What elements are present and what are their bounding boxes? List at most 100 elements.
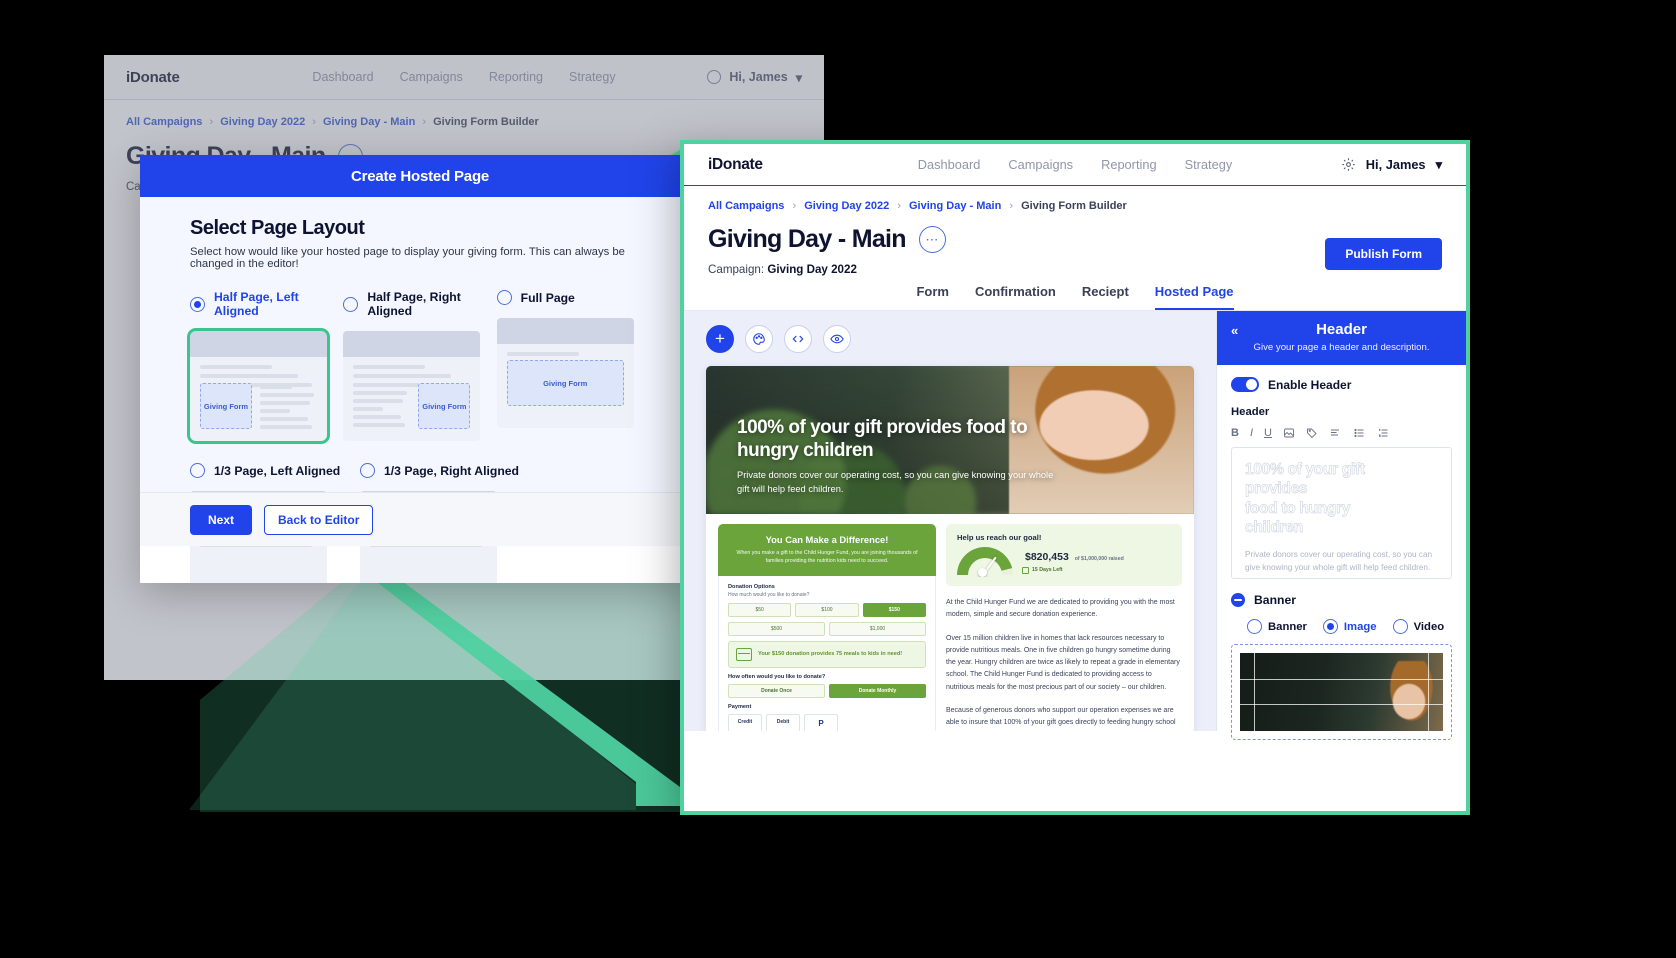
- nav-strategy[interactable]: Strategy: [1185, 157, 1233, 172]
- radio-half-left[interactable]: [190, 296, 205, 312]
- amount-option-1000[interactable]: $1,000: [829, 621, 926, 636]
- header-description-preview: Private donors cover our operating cost,…: [1245, 549, 1433, 572]
- user-menu[interactable]: Hi, James ▾: [1341, 157, 1442, 173]
- back-to-editor-button[interactable]: Back to Editor: [264, 504, 374, 535]
- underline-icon[interactable]: U: [1264, 427, 1272, 439]
- enable-header-toggle[interactable]: [1231, 377, 1259, 392]
- layout-option-full-page-head[interactable]: Full Page: [496, 290, 650, 305]
- amount-option-50[interactable]: $50: [728, 602, 792, 617]
- gear-icon[interactable]: [1341, 157, 1356, 172]
- banner-option-image[interactable]: Image: [1322, 619, 1377, 634]
- radio-half-right[interactable]: [343, 296, 359, 312]
- code-icon[interactable]: [784, 325, 812, 353]
- amount-option-100[interactable]: $100: [795, 602, 859, 617]
- plus-icon[interactable]: +: [706, 325, 734, 353]
- layout-thumb-half-left[interactable]: Giving Form: [187, 328, 330, 444]
- thumb-line: [353, 365, 426, 369]
- frequency-monthly[interactable]: Donate Monthly: [829, 683, 926, 698]
- image-icon[interactable]: [1283, 427, 1295, 439]
- nav-campaigns[interactable]: Campaigns: [1008, 157, 1073, 172]
- thumb-line: [260, 417, 308, 421]
- thumb-line: [353, 423, 406, 427]
- breadcrumb-item-all-campaigns[interactable]: All Campaigns: [708, 200, 784, 212]
- align-icon[interactable]: [1329, 427, 1342, 439]
- editor-area: + 100% of your gift provides food to hun…: [684, 311, 1466, 740]
- radio-full-page[interactable]: [496, 290, 512, 305]
- nav-dashboard[interactable]: Dashboard: [918, 157, 981, 172]
- nav-reporting[interactable]: Reporting: [1101, 157, 1157, 172]
- hosted-page-preview[interactable]: 100% of your gift provides food to hungr…: [706, 366, 1194, 731]
- header-text-preview: 100% of your gift provides food to hungry c…: [1245, 461, 1366, 537]
- amount-option-500[interactable]: $500: [728, 621, 825, 636]
- layout-option-half-left-head[interactable]: Half Page, Left Aligned: [190, 290, 343, 318]
- next-button[interactable]: Next: [190, 504, 253, 535]
- tab-reciept[interactable]: Reciept: [1082, 284, 1129, 310]
- hero-text: 100% of your gift provides food to hungr…: [737, 417, 1067, 496]
- banner-section-label: Banner: [1254, 593, 1296, 607]
- radio-third-left[interactable]: [190, 463, 205, 478]
- amount-option-150[interactable]: $150: [862, 602, 926, 617]
- banner-section-header[interactable]: Banner: [1231, 593, 1452, 607]
- goal-figures: $820,453 of $1,000,000 raised 15 Days Le…: [1022, 551, 1124, 574]
- radio-third-right[interactable]: [360, 463, 375, 478]
- payment-credit[interactable]: Credit: [728, 713, 762, 731]
- layout-option-half-right-head[interactable]: Half Page, Right Aligned: [343, 290, 496, 318]
- enable-header-row[interactable]: Enable Header: [1231, 377, 1452, 392]
- create-hosted-page-modal: Create Hosted Page Select Page Layout Se…: [140, 155, 700, 583]
- eye-icon[interactable]: [823, 325, 851, 353]
- panel-header: « Header Give your page a header and des…: [1217, 311, 1466, 365]
- rich-text-toolbar: B I U: [1231, 427, 1452, 439]
- thumb-line: [260, 409, 290, 413]
- header-settings-panel: « Header Give your page a header and des…: [1216, 311, 1466, 740]
- layout-thumb-half-right[interactable]: Giving Form: [343, 331, 481, 441]
- layout-option-full-page[interactable]: Full Page Giving Form: [496, 290, 650, 441]
- publish-form-button[interactable]: Publish Form: [1325, 238, 1442, 270]
- more-options-icon[interactable]: ⋯: [918, 226, 946, 253]
- tab-hosted-page[interactable]: Hosted Page: [1154, 284, 1234, 310]
- paypal-icon[interactable]: P: [804, 713, 838, 731]
- banner-option-banner[interactable]: Banner: [1247, 619, 1307, 634]
- radio-video[interactable]: [1392, 619, 1408, 634]
- layout-option-third-left-head[interactable]: 1/3 Page, Left Aligned: [190, 463, 360, 478]
- builder-tabs: Form Confirmation Reciept Hosted Page: [708, 284, 1442, 310]
- chevron-down-icon[interactable]: ▾: [1436, 157, 1442, 173]
- goal-raised-value: $820,453: [1025, 550, 1069, 563]
- collapse-panel-icon[interactable]: «: [1231, 323, 1238, 338]
- breadcrumb-item-giving-day-2022[interactable]: Giving Day 2022: [804, 200, 889, 212]
- banner-option-video[interactable]: Video: [1392, 619, 1444, 634]
- layout-option-third-right-head[interactable]: 1/3 Page, Right Aligned: [360, 463, 530, 478]
- tab-confirmation[interactable]: Confirmation: [975, 284, 1056, 310]
- frequency-once[interactable]: Donate Once: [728, 683, 825, 698]
- layout-option-half-right[interactable]: Half Page, Right Aligned Giving Form: [343, 290, 496, 441]
- thumb-line: [353, 399, 404, 403]
- thumb-line: [353, 391, 408, 395]
- preview-paragraph-3: Because of generous donors who support o…: [946, 706, 1176, 726]
- banner-image-dropzone[interactable]: [1231, 644, 1452, 740]
- radio-banner[interactable]: [1247, 619, 1262, 634]
- payment-debit[interactable]: Debit: [766, 713, 800, 731]
- radio-image[interactable]: [1322, 619, 1338, 634]
- header-text-editor[interactable]: 100% of your gift provides food to hungry c…: [1231, 447, 1452, 579]
- collapse-section-icon[interactable]: [1231, 593, 1245, 607]
- crop-guide-vertical: [1428, 653, 1429, 731]
- impact-text: Your $150 donation provides 75 meals to …: [758, 651, 903, 658]
- thumb-line: [353, 407, 384, 411]
- bullet-list-icon[interactable]: [1353, 427, 1366, 439]
- italic-icon[interactable]: I: [1250, 427, 1253, 439]
- campaign-name: Giving Day 2022: [767, 263, 857, 276]
- canvas-toolbar: +: [706, 325, 1194, 353]
- palette-icon[interactable]: [745, 325, 773, 353]
- number-list-icon[interactable]: [1377, 427, 1390, 439]
- layout-option-half-left[interactable]: Half Page, Left Aligned Giving Form: [187, 290, 343, 444]
- modal-header: Create Hosted Page: [140, 155, 700, 197]
- thumb-line: [260, 401, 310, 405]
- thumb-line: [353, 415, 402, 419]
- layout-thumb-full-page[interactable]: Giving Form: [496, 318, 634, 428]
- breadcrumb-item-giving-day-main[interactable]: Giving Day - Main: [909, 200, 1001, 212]
- bold-icon[interactable]: B: [1231, 427, 1239, 439]
- tab-form[interactable]: Form: [916, 284, 949, 310]
- preview-giving-form[interactable]: You Can Make a Difference! When you make…: [718, 524, 936, 731]
- layout-option-half-left-label: Half Page, Left Aligned: [214, 290, 299, 318]
- donation-options-label: Donation Options: [728, 583, 775, 590]
- tag-icon[interactable]: [1306, 427, 1318, 439]
